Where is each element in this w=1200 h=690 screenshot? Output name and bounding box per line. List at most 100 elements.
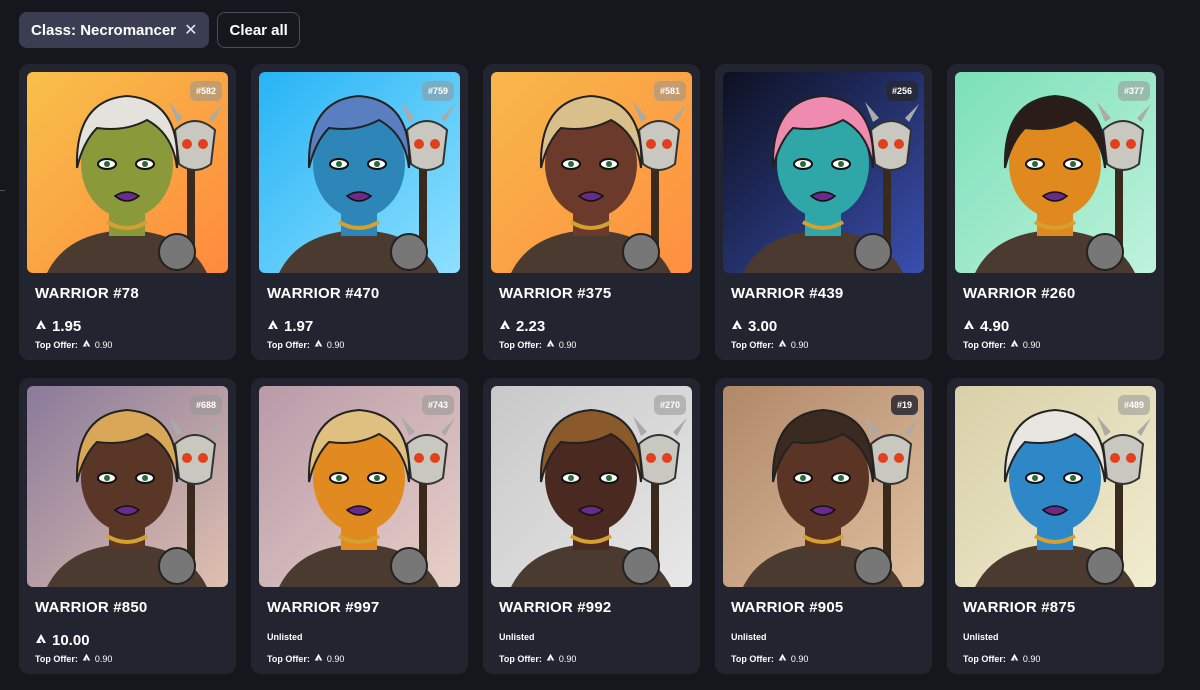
nft-image[interactable]: #759 [259,72,460,273]
nft-card[interactable]: #19 WARRIOR #905 Unlisted Top Offer: 0.90 [715,378,932,674]
top-offer-label: Top Offer: [963,339,1006,350]
rank-badge: #489 [1117,395,1150,415]
nft-name: WARRIOR #850 [35,599,148,616]
nft-card[interactable]: #377 WARRIOR #260 4.90 Top Offer: 0.90 [947,64,1164,360]
nft-name: WARRIOR #905 [731,599,844,616]
top-offer-label: Top Offer: [963,653,1006,664]
price-value: 10.00 [52,631,90,649]
avax-icon [314,653,323,664]
top-offer-value: 0.90 [94,653,113,664]
nft-card[interactable]: #256 WARRIOR #439 3.00 Top Offer: 0.90 [715,64,932,360]
top-offer-label: Top Offer: [267,653,310,664]
listing-status: Unlisted [731,632,767,642]
top-offer-value: 0.90 [558,653,577,664]
rank-badge: #743 [421,395,454,415]
nft-card[interactable]: #582 WARRIOR #78 1.95 Top Offer: 0.90 [19,64,236,360]
rank-badge: #759 [421,81,454,101]
avax-icon [546,653,555,664]
rank-badge: #581 [653,81,686,101]
top-offer: Top Offer: 0.90 [491,339,692,350]
filter-chip-label: Class: Necromancer [31,21,177,39]
listing-status: Unlisted [267,632,303,642]
top-offer: Top Offer: 0.90 [723,339,924,350]
nft-name: WARRIOR #375 [499,285,612,302]
top-offer-value: 0.90 [94,339,113,350]
top-offer-value: 0.90 [558,339,577,350]
nft-image[interactable]: #489 [955,386,1156,587]
price: 10.00 [27,631,228,649]
top-offer-value: 0.90 [326,339,345,350]
nft-card[interactable]: #581 WARRIOR #375 2.23 Top Offer: 0.90 [483,64,700,360]
top-offer-label: Top Offer: [499,339,542,350]
price-value: 1.95 [52,317,82,335]
nft-image[interactable]: #582 [27,72,228,273]
top-offer-value: 0.90 [1022,339,1041,350]
rank-badge: #582 [189,81,222,101]
nft-card[interactable]: #489 WARRIOR #875 Unlisted Top Offer: 0.90 [947,378,1164,674]
nft-image[interactable]: #19 [723,386,924,587]
nft-image[interactable]: #581 [491,72,692,273]
nft-name: WARRIOR #875 [963,599,1076,616]
active-filter-chip[interactable]: Class: Necromancer ✕ [19,12,210,48]
top-offer-label: Top Offer: [731,339,774,350]
top-offer-label: Top Offer: [35,653,78,664]
nft-grid: #582 WARRIOR #78 1.95 Top Offer: 0.90 #759 WAR… [19,64,1164,674]
nft-name: WARRIOR #78 [35,285,139,302]
top-offer: Top Offer: 0.90 [955,653,1156,664]
top-offer-label: Top Offer: [731,653,774,664]
top-offer: Top Offer: 0.90 [723,653,924,664]
rank-badge: #270 [653,395,686,415]
top-offer: Top Offer: 0.90 [259,339,460,350]
rank-badge: #688 [189,395,222,415]
nft-name: WARRIOR #439 [731,285,844,302]
avax-icon [267,318,279,335]
price-value: 3.00 [748,317,778,335]
price: 3.00 [723,317,924,335]
avax-icon [731,318,743,335]
nft-card[interactable]: #270 WARRIOR #992 Unlisted Top Offer: 0.90 [483,378,700,674]
avax-icon [778,339,787,350]
nft-card[interactable]: #743 WARRIOR #997 Unlisted Top Offer: 0.90 [251,378,468,674]
nft-name: WARRIOR #997 [267,599,380,616]
avax-icon [546,339,555,350]
avax-icon [314,339,323,350]
price: 4.90 [955,317,1156,335]
price-value: 4.90 [980,317,1010,335]
nft-image[interactable]: #377 [955,72,1156,273]
close-icon[interactable]: ✕ [184,20,197,40]
nft-card[interactable]: #759 WARRIOR #470 1.97 Top Offer: 0.90 [251,64,468,360]
avax-icon [778,653,787,664]
top-offer-value: 0.90 [326,653,345,664]
filter-bar: Class: Necromancer ✕ Clear all [19,12,300,48]
top-offer: Top Offer: 0.90 [27,653,228,664]
price-value: 1.97 [284,317,314,335]
nft-image[interactable]: #743 [259,386,460,587]
avax-icon [1010,339,1019,350]
nft-image[interactable]: #256 [723,72,924,273]
nft-name: WARRIOR #260 [963,285,1076,302]
nft-image[interactable]: #270 [491,386,692,587]
avax-icon [35,632,47,649]
listing-status: Unlisted [963,632,999,642]
avax-icon [1010,653,1019,664]
top-offer-value: 0.90 [1022,653,1041,664]
top-offer-label: Top Offer: [35,339,78,350]
avax-icon [963,318,975,335]
nft-card[interactable]: #688 WARRIOR #850 10.00 Top Offer: 0.90 [19,378,236,674]
rank-badge: #19 [890,395,918,415]
rank-badge: #256 [885,81,918,101]
top-offer-label: Top Offer: [499,653,542,664]
page-edge-mark [0,190,5,191]
price: 1.95 [27,317,228,335]
top-offer: Top Offer: 0.90 [27,339,228,350]
nft-image[interactable]: #688 [27,386,228,587]
nft-name: WARRIOR #470 [267,285,380,302]
top-offer-value: 0.90 [790,339,809,350]
price: 2.23 [491,317,692,335]
top-offer: Top Offer: 0.90 [491,653,692,664]
avax-icon [499,318,511,335]
price-value: 2.23 [516,317,546,335]
clear-all-button[interactable]: Clear all [217,12,300,48]
avax-icon [82,339,91,350]
nft-name: WARRIOR #992 [499,599,612,616]
